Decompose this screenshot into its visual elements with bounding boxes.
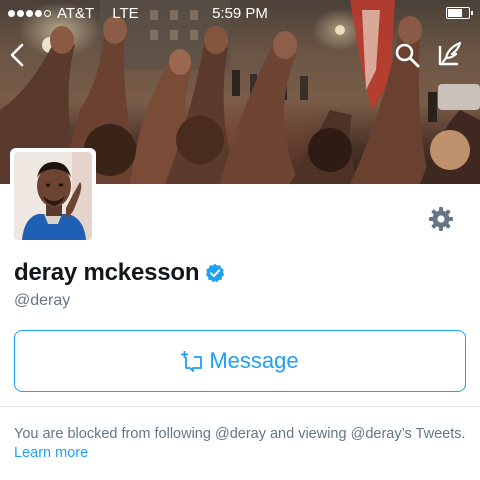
avatar-photo [14,152,92,240]
message-button-label: Message [209,348,299,373]
display-name: deray mckesson [14,259,200,286]
battery-nub [471,11,473,15]
profile-photo-portrait [14,152,92,240]
learn-more-link[interactable]: Learn more [14,445,88,461]
chevron-left-icon[interactable] [8,42,26,68]
profile-name-row: deray mckesson [14,259,225,287]
verified-badge-icon [206,263,225,283]
search-icon[interactable] [394,42,420,68]
user-handle: @deray [14,292,71,309]
blocked-notice: You are blocked from following @deray an… [14,425,466,463]
direct-message-icon [181,351,203,372]
avatar[interactable] [10,148,96,244]
status-bar: AT&T LTE 5:59 PM [0,0,480,26]
clock: 5:59 PM [212,5,268,22]
blocked-notice-text: You are blocked from following @deray an… [14,426,466,442]
message-button[interactable]: Message [14,330,466,392]
divider [0,406,480,407]
gear-icon[interactable] [428,206,454,232]
compose-tweet-icon[interactable] [436,40,464,68]
battery-fill [448,9,462,17]
battery-icon [446,7,473,19]
